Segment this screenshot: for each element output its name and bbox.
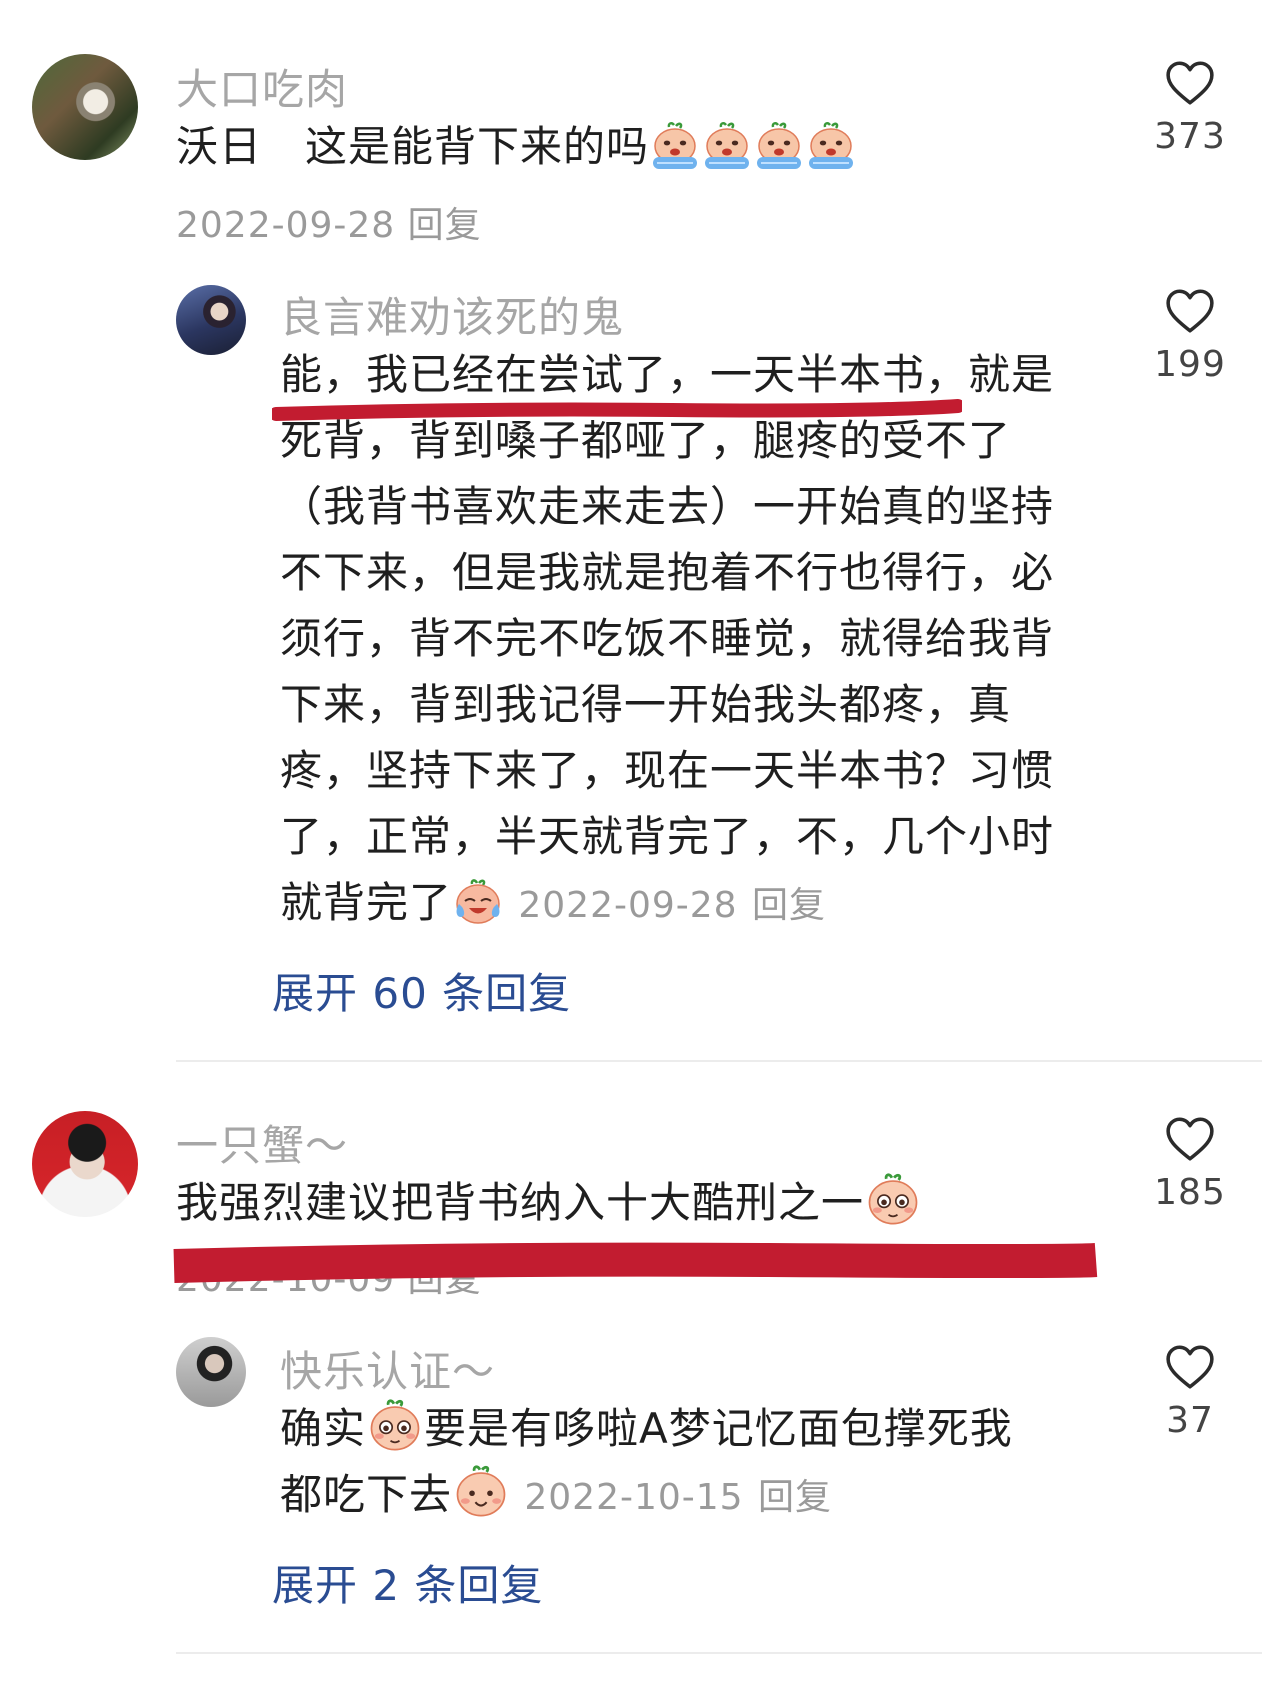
avatar[interactable] xyxy=(32,54,138,160)
reply-date: 2022-10-15 xyxy=(524,1477,744,1518)
shy-emoji-icon xyxy=(865,1171,921,1227)
reply-button[interactable]: 回复 xyxy=(408,1259,482,1300)
avatar[interactable] xyxy=(32,1111,138,1217)
reply-username[interactable]: 快乐认证～ xyxy=(280,1338,495,1399)
reply-button[interactable]: 回复 xyxy=(758,1477,832,1518)
reply-text-line: 死背，背到嗓子都哑了，腿疼的受不了 xyxy=(280,416,1012,465)
comment-text: 我强烈建议把背书纳入十大酷刑之一 xyxy=(176,1170,922,1236)
divider xyxy=(176,1652,1262,1654)
reply-button[interactable]: 回复 xyxy=(752,885,826,926)
reply-text: 能，我已经在尝试了，一天半本书，就是 死背，背到嗓子都哑了，腿疼的受不了 （我背… xyxy=(280,342,1110,939)
reply-text-line: 须行，背不完不吃饭不睡觉，就得给我背 xyxy=(280,614,1055,663)
comment-text-content: 沃日 这是能背下来的吗 xyxy=(176,122,650,171)
reply-text-line: 就背完了 xyxy=(280,878,453,927)
reply-date: 2022-09-28 xyxy=(518,885,738,926)
reply-text-part: 确实 xyxy=(280,1404,367,1453)
divider xyxy=(176,1060,1262,1062)
reply-text-line: 下来，背到我记得一开始我头都疼，真 xyxy=(280,680,1012,729)
reply-text-last-line: 就背完了 2022-09-28 回复 xyxy=(280,870,1110,939)
comment-date: 2022-09-28 xyxy=(176,205,396,246)
heart-outline-icon xyxy=(1165,1344,1215,1390)
comment-username[interactable]: 大口吃肉 xyxy=(176,56,348,117)
comment-text: 沃日 这是能背下来的吗 xyxy=(176,114,857,180)
reply-text-line: 确实 要是有哆啦A梦记忆面包撑死我 xyxy=(280,1396,1110,1462)
reply-text-part: 都吃下去 xyxy=(280,1470,453,1519)
reply-text: 确实 要是有哆啦A梦记忆面包撑死我 都吃下去 2022-10-15 回复 xyxy=(280,1396,1110,1531)
comment-meta: 2022-10-09 回复 xyxy=(176,1250,482,1302)
crying-emoji-icon xyxy=(702,121,752,171)
reply-username[interactable]: 良言难劝该死的鬼 xyxy=(280,284,624,345)
like-count: 37 xyxy=(1166,1400,1214,1441)
crying-emoji-icon xyxy=(650,121,700,171)
like-count: 199 xyxy=(1154,344,1226,385)
reply-text-last-line: 都吃下去 2022-10-15 回复 xyxy=(280,1462,1110,1531)
reply-text-line: 疼，坚持下来了，现在一天半本书？习惯 xyxy=(280,746,1055,795)
shy-emoji-icon xyxy=(367,1397,423,1453)
comment-username[interactable]: 一只蟹～ xyxy=(176,1112,348,1173)
reply-text-part: 要是有哆啦A梦记忆面包撑死我 xyxy=(424,1404,1013,1453)
crying-emoji-icon xyxy=(754,121,804,171)
heart-outline-icon xyxy=(1165,60,1215,106)
avatar[interactable] xyxy=(176,1337,246,1407)
like-button[interactable]: 37 xyxy=(1130,1344,1250,1441)
comment-meta: 2022-09-28 回复 xyxy=(176,196,482,248)
smile-emoji-icon xyxy=(453,1463,509,1519)
expand-replies-button[interactable]: 展开 2 条回复 xyxy=(272,1552,543,1613)
like-button[interactable]: 185 xyxy=(1130,1116,1250,1213)
like-button[interactable]: 373 xyxy=(1130,60,1250,157)
reply-text-line: 了，正常，半天就背完了，不，几个小时 xyxy=(280,812,1055,861)
like-count: 373 xyxy=(1154,116,1226,157)
heart-outline-icon xyxy=(1165,288,1215,334)
comment-text-content: 我强烈建议把背书纳入十大酷刑之一 xyxy=(176,1178,865,1227)
laugh-cry-emoji-icon xyxy=(453,877,503,927)
like-button[interactable]: 199 xyxy=(1130,288,1250,385)
reply-button[interactable]: 回复 xyxy=(408,205,482,246)
avatar[interactable] xyxy=(176,285,246,355)
reply-text-line: 能，我已经在尝试了，一天半本书，就是 xyxy=(280,350,1055,399)
like-count: 185 xyxy=(1154,1172,1226,1213)
comment-date: 2022-10-09 xyxy=(176,1259,396,1300)
crying-emoji-icon xyxy=(806,121,856,171)
reply-text-line: （我背书喜欢走来走去）一开始真的坚持 xyxy=(280,482,1055,531)
heart-outline-icon xyxy=(1165,1116,1215,1162)
reply-text-line: 不下来，但是我就是抱着不行也得行，必 xyxy=(280,548,1055,597)
expand-replies-button[interactable]: 展开 60 条回复 xyxy=(272,960,571,1021)
